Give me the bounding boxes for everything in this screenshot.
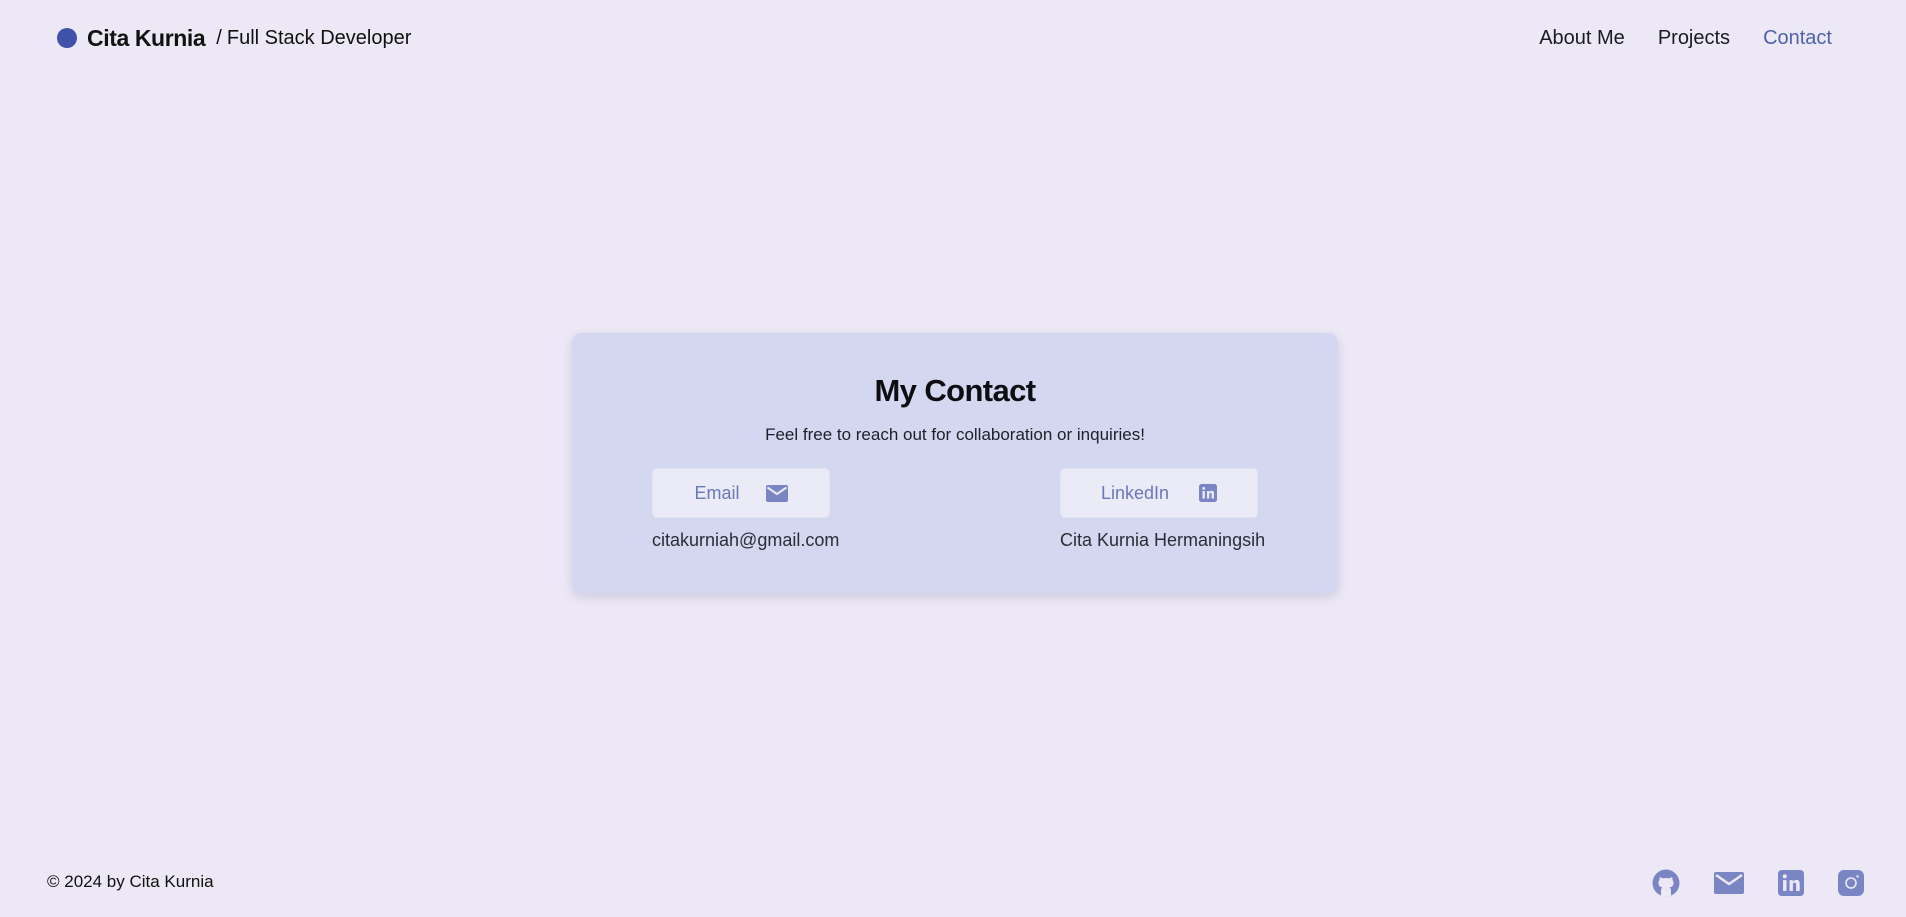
nav-link-projects[interactable]: Projects <box>1658 27 1730 50</box>
nav-link-about-me[interactable]: About Me <box>1539 27 1625 50</box>
brand-logo-dot <box>57 28 77 48</box>
linkedin-icon[interactable] <box>1778 870 1804 901</box>
email-button[interactable]: Email <box>652 468 830 518</box>
brand-name: Cita Kurnia <box>87 24 206 51</box>
site-header: Cita Kurnia / Full Stack Developer About… <box>0 0 1906 78</box>
brand[interactable]: Cita Kurnia / Full Stack Developer <box>57 24 411 52</box>
instagram-icon[interactable] <box>1838 870 1864 901</box>
main-nav: About Me Projects Contact <box>1539 24 1832 52</box>
nav-link-contact[interactable]: Contact <box>1763 27 1832 50</box>
contact-title: My Contact <box>874 373 1036 408</box>
github-icon[interactable] <box>1652 869 1680 902</box>
linkedin-name: Cita Kurnia Hermaningsih <box>1060 530 1266 550</box>
footer-social-icons <box>1652 869 1864 902</box>
linkedin-icon <box>1199 484 1218 502</box>
brand-separator: / <box>216 26 222 49</box>
contact-card: My Contact Feel free to reach out for co… <box>572 333 1338 593</box>
brand-role: Full Stack Developer <box>226 26 412 49</box>
envelope-icon <box>765 484 788 502</box>
linkedin-button[interactable]: LinkedIn <box>1060 468 1258 518</box>
linkedin-button-label: LinkedIn <box>1100 482 1170 503</box>
email-button-label: Email <box>694 482 740 503</box>
contact-subtitle: Feel free to reach out for collaboration… <box>765 425 1145 444</box>
envelope-icon[interactable] <box>1714 872 1744 899</box>
email-address: citakurniah@gmail.com <box>652 530 840 550</box>
footer-copyright: © 2024 by Cita Kurnia <box>47 872 214 891</box>
